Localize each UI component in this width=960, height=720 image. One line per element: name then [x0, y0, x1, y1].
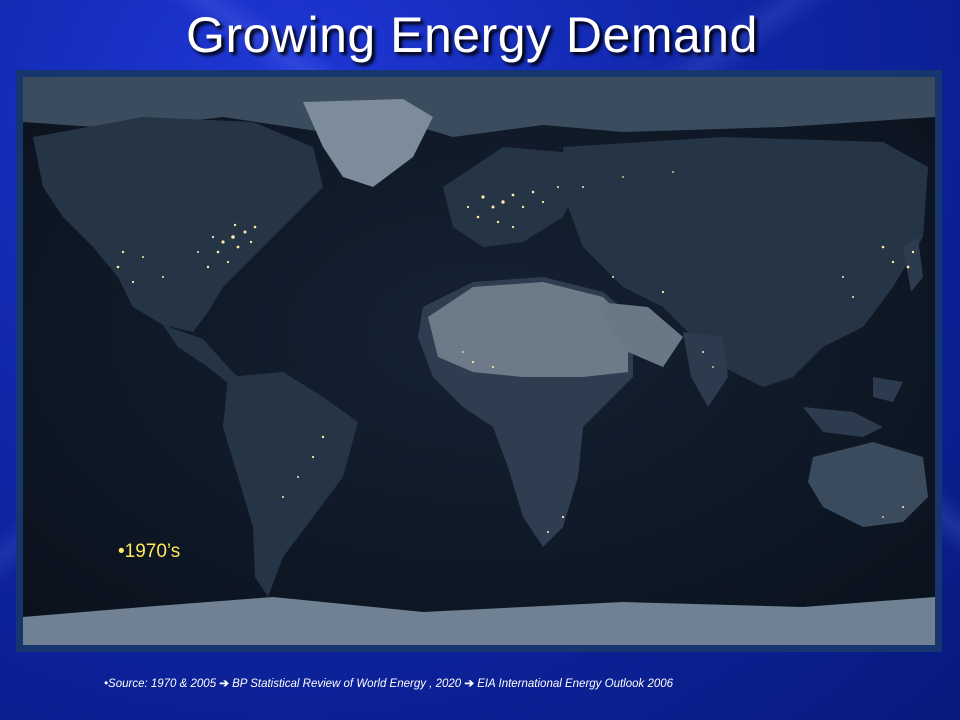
arrow-icon: ➔ — [219, 678, 229, 690]
source-part-3: EIA International Energy Outlook 2006 — [474, 678, 674, 690]
arrow-icon: ➔ — [464, 678, 474, 690]
world-night-lights-map — [16, 70, 942, 652]
source-part-2: BP Statistical Review of World Energy , … — [228, 678, 465, 690]
year-label: •1970’s — [118, 541, 181, 562]
source-part-1: Source: 1970 & 2005 — [108, 678, 220, 690]
slide-title: Growing Energy Demand — [186, 7, 758, 63]
source-citation: •Source: 1970 & 2005 ➔ BP Statistical Re… — [104, 676, 673, 690]
